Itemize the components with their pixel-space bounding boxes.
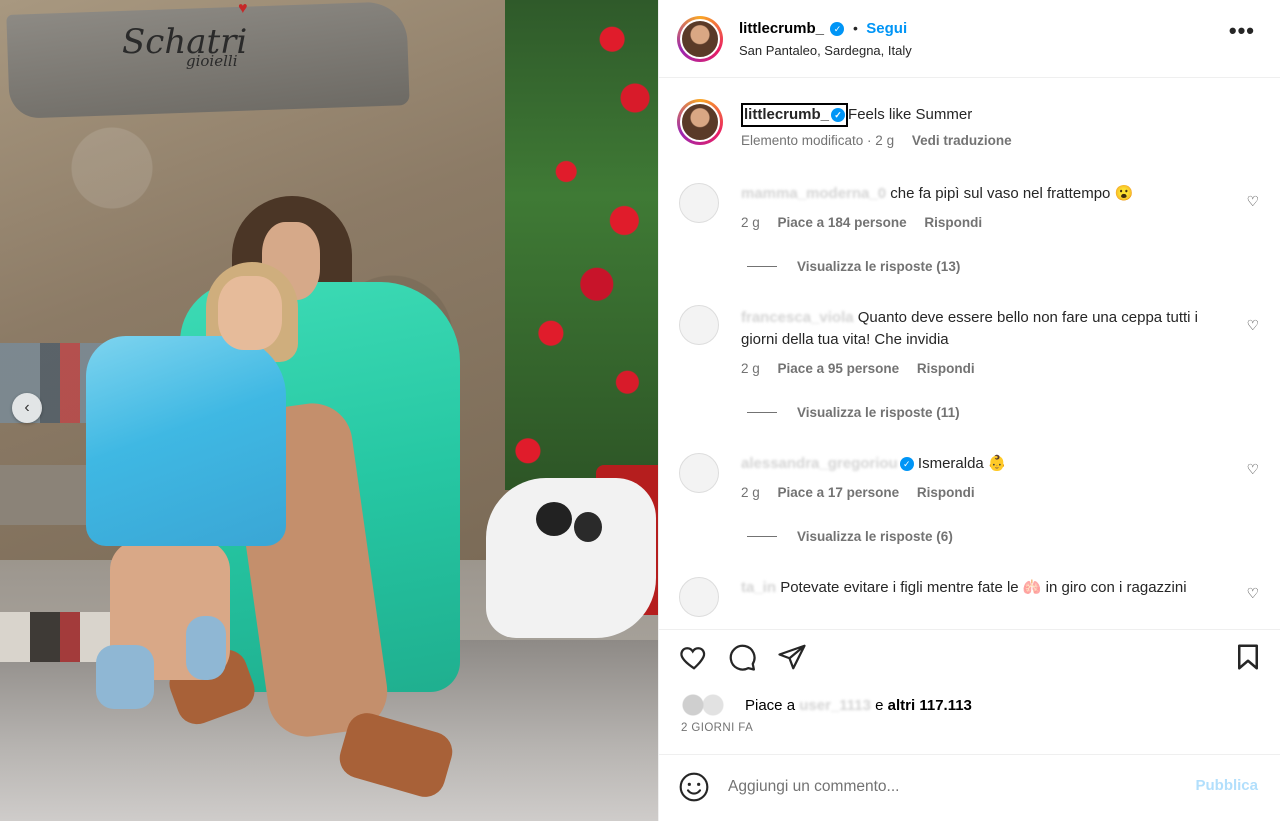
comment-likes[interactable]: Piace a 95 persone (778, 361, 900, 376)
comment-like-heart-icon[interactable]: ♡ (1246, 193, 1259, 210)
girl-face (218, 276, 282, 350)
caption-avatar[interactable] (677, 99, 723, 145)
comment-text: Potevate evitare i figli mentre fate le … (780, 579, 1187, 596)
share-paper-plane-icon[interactable] (777, 642, 807, 672)
verified-badge-icon: ✓ (831, 108, 846, 122)
comment: mamma_moderna_0 che fa pipì sul vaso nel… (741, 183, 1231, 230)
add-comment-bar: Pubblica (658, 754, 1280, 821)
post-modal: Schatri gioielli ♥ ‹ littlecrumb_ ✓ • Se… (0, 0, 1280, 821)
comment-username[interactable]: francesca_viola (741, 309, 854, 326)
dog-spot (536, 502, 572, 536)
verified-badge-icon: ✓ (830, 22, 845, 36)
sign-subtext: gioielli (186, 52, 238, 70)
publish-button[interactable]: Pubblica (1195, 777, 1258, 794)
post-photo[interactable]: Schatri gioielli ♥ ‹ (0, 0, 658, 821)
comment-likes[interactable]: Piace a 17 persone (778, 485, 900, 500)
post-actions (659, 629, 1280, 689)
more-options-icon[interactable]: ••• (1229, 20, 1255, 42)
emoji-icon[interactable] (678, 771, 710, 803)
liker-avatars (681, 694, 733, 716)
commenter-avatar[interactable] (679, 305, 719, 345)
girl-dress (86, 336, 286, 546)
liker-username[interactable]: user_1113 (799, 697, 871, 714)
comment-like-heart-icon[interactable]: ♡ (1246, 585, 1259, 602)
follow-button[interactable]: Segui (866, 20, 907, 37)
view-replies-button[interactable]: Visualizza le risposte (13) (747, 259, 960, 274)
comment: alessandra_gregoriou ✓ Ismeralda 👶 2 g Pi… (741, 453, 1231, 500)
view-replies-button[interactable]: Visualizza le risposte (11) (747, 405, 960, 420)
comment-username[interactable]: alessandra_gregoriou (741, 455, 898, 472)
separator-dot: • (852, 20, 858, 36)
red-flowers (505, 0, 658, 490)
post-date: 2 GIORNI FA (681, 722, 754, 734)
comment-bubble-icon[interactable] (727, 642, 757, 672)
comment-likes[interactable]: Piace a 184 persone (778, 215, 907, 230)
sneaker (96, 645, 154, 709)
dog-spot (574, 512, 602, 542)
reply-button[interactable]: Rispondi (924, 215, 982, 230)
caption-edited: Elemento modificato · 2 g (741, 133, 895, 148)
comment: francesca_viola Quanto deve essere bello… (741, 307, 1231, 376)
caption-text: Feels like Summer (848, 106, 973, 123)
comment-username[interactable]: mamma_moderna_0 (741, 185, 886, 202)
commenter-avatar[interactable] (679, 453, 719, 493)
comment-like-heart-icon[interactable]: ♡ (1246, 461, 1259, 478)
comment-time: 2 g (741, 215, 760, 230)
author-avatar[interactable] (677, 16, 723, 62)
caption-username[interactable]: littlecrumb_ ✓ (741, 103, 849, 127)
reply-button[interactable]: Rispondi (917, 361, 975, 376)
caption: littlecrumb_ ✓ Feels like Summer Elemento … (741, 103, 1241, 148)
like-heart-icon[interactable] (679, 642, 709, 672)
heart-icon: ♥ (238, 0, 248, 17)
comment-like-heart-icon[interactable]: ♡ (1246, 317, 1259, 334)
carousel-prev-button[interactable]: ‹ (12, 393, 42, 423)
location-link[interactable]: San Pantaleo, Sardegna, Italy (739, 43, 912, 58)
comment-time: 2 g (741, 361, 760, 376)
see-translation-button[interactable]: Vedi traduzione (912, 133, 1012, 148)
post-header: littlecrumb_ ✓ • Segui San Pantaleo, Sar… (659, 0, 1280, 78)
comment-text: Ismeralda 👶 (917, 455, 1007, 472)
comment-time: 2 g (741, 485, 760, 500)
view-replies-button[interactable]: Visualizza le risposte (6) (747, 529, 953, 544)
likes-summary[interactable]: Piace a user_1113 e altri 117.113 (681, 694, 972, 716)
sneaker (186, 616, 226, 680)
comment-text: che fa pipì sul vaso nel frattempo 😮 (890, 185, 1134, 202)
commenter-avatar[interactable] (679, 183, 719, 223)
reply-button[interactable]: Rispondi (917, 485, 975, 500)
comments-list[interactable]: littlecrumb_ ✓ Feels like Summer Elemento … (659, 79, 1280, 629)
chevron-left-icon: ‹ (24, 399, 30, 416)
comment-input[interactable] (728, 773, 1168, 801)
commenter-avatar[interactable] (679, 577, 719, 617)
verified-badge-icon: ✓ (899, 457, 914, 471)
comment: ta_in Potevate evitare i figli mentre fa… (741, 577, 1231, 599)
author-username[interactable]: littlecrumb_ (739, 20, 824, 37)
likes-others[interactable]: altri 117.113 (888, 697, 972, 714)
bookmark-icon[interactable] (1233, 642, 1263, 672)
dog (486, 478, 656, 638)
comment-username[interactable]: ta_in (741, 579, 776, 596)
post-sidebar: littlecrumb_ ✓ • Segui San Pantaleo, Sar… (658, 0, 1280, 821)
author-info: littlecrumb_ ✓ • Segui San Pantaleo, Sar… (739, 20, 912, 58)
